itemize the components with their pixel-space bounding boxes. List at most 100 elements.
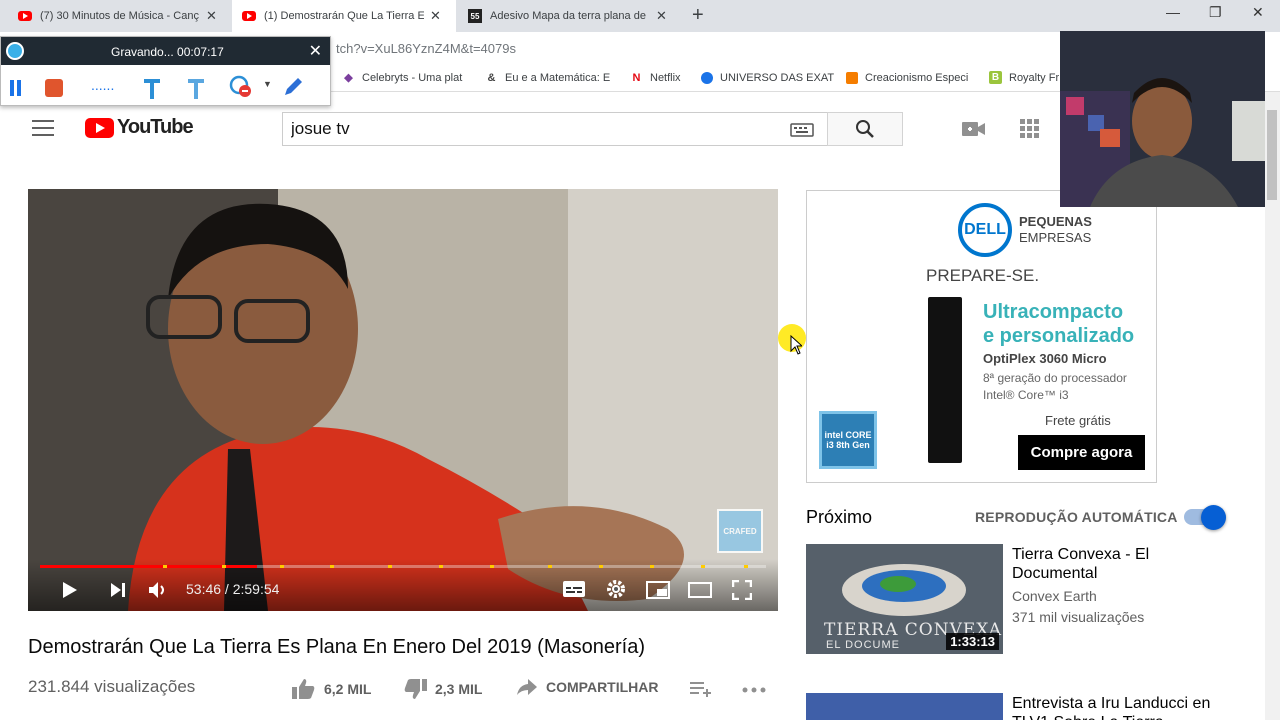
recorder-dots[interactable]: ......	[91, 77, 114, 93]
restore-button[interactable]: ❐	[1209, 4, 1222, 21]
display-ad[interactable]: DELL PEQUENAS EMPRESAS PREPARE-SE. Ultra…	[806, 190, 1157, 483]
next-icon[interactable]	[110, 582, 126, 598]
thumbs-down-icon	[404, 679, 427, 699]
view-count: 231.844 visualizações	[28, 677, 196, 696]
play-icon[interactable]	[62, 581, 78, 599]
recommended-thumbnail[interactable]: TIERRA CONVEXA EL DOCUME 1:33:13	[806, 544, 1003, 654]
dell-logo-text: DELL	[964, 221, 1006, 238]
pen-tool-icon[interactable]	[141, 75, 163, 101]
like-count: 6,2 MIL	[324, 681, 372, 697]
tab-2[interactable]: (1) Demostrarán Que La Tierra Es ✕	[232, 0, 456, 32]
share-icon	[517, 679, 537, 695]
scrollbar-thumb[interactable]	[1267, 110, 1277, 200]
ad-cpu: Intel® Core™ i3	[983, 388, 1069, 402]
youtube-play-icon	[85, 117, 114, 138]
youtube-logo[interactable]: YouTube	[85, 116, 194, 139]
up-next-heading: Próximo	[806, 507, 873, 527]
create-video-icon[interactable]	[962, 121, 986, 137]
bookmark-item[interactable]: ◆ Celebryts - Uma plat	[342, 71, 462, 85]
youtube-icon	[18, 9, 32, 23]
webcam-toggle-icon[interactable]	[229, 75, 255, 99]
tab-title: (7) 30 Minutos de Música - Canç	[40, 10, 199, 22]
ad-marker	[490, 565, 494, 568]
bookmark-item[interactable]: UNIVERSO DAS EXAT	[700, 71, 834, 84]
ad-marker	[222, 565, 226, 568]
pause-icon[interactable]	[9, 79, 23, 97]
bookmark-item[interactable]: Creacionismo Especi	[845, 71, 968, 84]
ad-cta-button[interactable]: Compre agora	[1018, 435, 1145, 470]
celebryts-icon: ◆	[344, 72, 353, 84]
theater-mode-icon[interactable]	[688, 582, 712, 598]
tab-title: (1) Demostrarán Que La Tierra Es	[264, 10, 424, 22]
blogger-icon	[845, 71, 858, 84]
highlighter-icon[interactable]	[185, 75, 207, 101]
recommended-title[interactable]: Entrevista a Iru Landucci en TLV1 Sobre …	[1012, 694, 1212, 720]
ad-tagline: PREPARE-SE.	[926, 266, 1040, 285]
bookmark-label: Royalty Fr	[1009, 71, 1060, 84]
intel-badge-text: intel CORE i3 8th Gen	[824, 430, 872, 450]
hamburger-menu-icon[interactable]	[32, 120, 54, 136]
ad-marker	[439, 565, 443, 568]
dislike-button[interactable]: 2,3 MIL	[403, 678, 482, 700]
mouse-cursor-icon	[790, 335, 802, 355]
tab-title: Adesivo Mapa da terra plana de	[490, 10, 646, 22]
bookmark-label: Eu e a Matemática: E	[505, 71, 611, 84]
b-icon: B	[989, 71, 1002, 84]
intel-core-badge: intel CORE i3 8th Gen	[819, 411, 877, 469]
like-button[interactable]: 6,2 MIL	[292, 678, 371, 700]
ad-marker	[701, 565, 705, 568]
pencil-icon[interactable]	[281, 75, 305, 99]
pc-tower-image	[928, 297, 962, 463]
autoplay-toggle-knob[interactable]	[1201, 505, 1226, 530]
bookmark-item[interactable]: & Eu e a Matemática: E	[485, 71, 611, 84]
recommended-title[interactable]: Tierra Convexa - El Documental	[1012, 545, 1212, 583]
share-label: COMPARTILHAR	[546, 679, 659, 695]
search-input[interactable]	[282, 112, 828, 146]
search-icon	[856, 120, 874, 138]
video-player[interactable]: CRAFED 53:46 / 2:59:54	[28, 189, 778, 611]
settings-gear-icon[interactable]	[606, 579, 626, 599]
recommended-views: 371 mil visualizações	[1012, 609, 1145, 625]
close-icon[interactable]: ✕	[206, 8, 217, 24]
tab-3[interactable]: 55 Adesivo Mapa da terra plana de ✕	[458, 0, 682, 32]
channel-watermark[interactable]: CRAFED	[717, 509, 763, 553]
close-icon[interactable]: ✕	[656, 8, 667, 24]
ad-model: OptiPlex 3060 Micro	[983, 351, 1107, 366]
channel-badge-text: CRAFED	[723, 526, 757, 536]
add-to-playlist-icon[interactable]	[690, 681, 712, 697]
recommended-channel[interactable]: Convex Earth	[1012, 588, 1097, 604]
bookmark-item[interactable]: B Royalty Fr	[989, 71, 1059, 84]
tab-1[interactable]: (7) 30 Minutos de Música - Canç ✕	[8, 0, 232, 32]
url-text[interactable]: tch?v=XuL86YznZ4M&t=4079s	[336, 41, 516, 56]
recommended-thumbnail[interactable]	[806, 693, 1003, 720]
chevron-down-icon[interactable]: ▼	[263, 79, 272, 89]
stop-icon[interactable]	[45, 79, 63, 97]
more-actions-icon[interactable]	[742, 687, 766, 693]
ad-marker	[548, 565, 552, 568]
close-icon[interactable]: ✕	[309, 41, 322, 61]
globe-icon	[700, 71, 713, 84]
new-tab-button[interactable]: +	[692, 4, 704, 27]
ad-headline-2: e personalizado	[983, 325, 1135, 347]
close-icon[interactable]: ✕	[430, 8, 441, 24]
miniplayer-icon[interactable]	[646, 581, 670, 599]
apps-grid-icon[interactable]	[1020, 119, 1040, 139]
thumbs-up-icon	[292, 679, 315, 699]
share-button[interactable]: COMPARTILHAR	[516, 678, 659, 696]
bookmark-label: Creacionismo Especi	[865, 71, 969, 84]
dell-logo: DELL	[958, 203, 1012, 257]
subtitles-icon[interactable]	[563, 581, 585, 597]
recorder-header: Gravando... 00:07:17 ✕	[1, 37, 330, 65]
ad-shipping: Frete grátis	[1045, 413, 1111, 428]
keyboard-icon[interactable]	[790, 123, 814, 137]
video-frame	[28, 189, 778, 611]
duration-badge: 1:33:13	[946, 633, 999, 650]
minimize-button[interactable]: —	[1166, 4, 1180, 20]
volume-icon[interactable]	[148, 581, 168, 599]
search-button[interactable]	[827, 112, 903, 146]
window-close-button[interactable]: ✕	[1252, 4, 1264, 21]
bookmark-item[interactable]: N Netflix	[630, 71, 681, 84]
progress-bar[interactable]	[40, 565, 766, 568]
video-title: Demostrarán Que La Tierra Es Plana En En…	[28, 636, 645, 658]
fullscreen-icon[interactable]	[732, 580, 752, 600]
